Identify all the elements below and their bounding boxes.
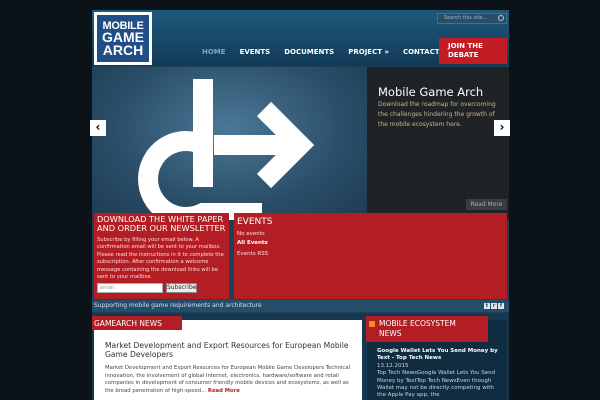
hero-slider: Mobile Game Arch Download the roadmap fo… [92, 67, 509, 220]
nav-project[interactable]: PROJECT » [348, 48, 389, 56]
newsletter-panel: DOWNLOAD THE WHITE PAPER AND ORDER OUR N… [94, 213, 229, 299]
search-placeholder: Search this site... [444, 15, 488, 21]
slider-next-button[interactable]: › [494, 120, 510, 136]
site-logo[interactable]: MOBILE GAME ARCH [94, 12, 152, 65]
site-header: MOBILE GAME ARCH Search this site... HOM… [92, 10, 509, 66]
article-excerpt: Market Development and Export Resources … [105, 365, 355, 395]
nav-contact[interactable]: CONTACT [403, 48, 440, 56]
no-events-text: No events [237, 231, 265, 237]
facebook-icon[interactable]: f [498, 303, 504, 309]
slide-image[interactable] [92, 67, 367, 220]
gamearch-news-section: GAMEARCH NEWS Market Development and Exp… [92, 316, 362, 400]
email-field[interactable]: email [97, 283, 163, 293]
newsletter-text: Subscribe by filling your email below. A… [97, 237, 224, 281]
mobile-ecosystem-section: MOBILE ECOSYSTEM NEWS Google Wallet Lets… [366, 316, 507, 400]
nav-events[interactable]: EVENTS [240, 48, 271, 56]
slide-read-more-button[interactable]: Read More [466, 199, 507, 210]
main-nav: HOME EVENTS DOCUMENTS PROJECT » CONTACT [202, 38, 453, 66]
info-panels: DOWNLOAD THE WHITE PAPER AND ORDER OUR N… [92, 210, 509, 300]
slider-prev-button[interactable]: ‹ [90, 120, 106, 136]
gamearch-news-heading: GAMEARCH NEWS [92, 316, 182, 330]
ecosystem-heading-line-2: NEWS [379, 329, 402, 338]
logo-line-3: ARCH [102, 41, 144, 58]
article-read-more-link[interactable]: Read More [208, 388, 240, 394]
ecosystem-item-text: Top Tech NewsGoogle Wallet Lets You Send… [377, 370, 496, 399]
all-events-link[interactable]: All Events [237, 240, 268, 246]
join-label-line-2: DEBATE [448, 51, 479, 59]
events-title: EVENTS [237, 217, 273, 227]
rss-icon[interactable]: r [491, 303, 497, 309]
site-wrapper: MOBILE GAME ARCH Search this site... HOM… [92, 10, 509, 400]
ecosystem-item-title[interactable]: Google Wallet Lets You Send Money by Tex… [377, 348, 499, 363]
join-the-debate-button[interactable]: JOIN THE DEBATE [439, 38, 507, 64]
rss-feed-icon [369, 321, 375, 327]
slide-title: Mobile Game Arch [378, 85, 484, 99]
nav-documents[interactable]: DOCUMENTS [284, 48, 334, 56]
nav-home[interactable]: HOME [202, 48, 226, 56]
search-icon[interactable] [498, 15, 504, 21]
search-input[interactable]: Search this site... [437, 13, 507, 24]
join-label-line-1: JOIN THE [448, 42, 483, 50]
subscribe-button[interactable]: Subscribe [166, 283, 197, 293]
events-panel: EVENTS No events All Events Events RSS [234, 213, 507, 299]
tagline: Supporting mobile game requirements and … [94, 302, 262, 309]
arrow-logo-icon [138, 79, 315, 220]
slide-text: Download the roadmap for overcoming the … [378, 101, 496, 128]
mobile-ecosystem-heading: MOBILE ECOSYSTEM NEWS [366, 316, 488, 342]
slide-caption: Mobile Game Arch Download the roadmap fo… [367, 67, 509, 220]
article-title[interactable]: Market Development and Export Resources … [105, 341, 355, 360]
logo-mark: MOBILE GAME ARCH [97, 15, 149, 62]
ecosystem-heading-line-1: MOBILE ECOSYSTEM [379, 319, 456, 328]
twitter-icon[interactable]: t [484, 303, 490, 309]
events-rss-link[interactable]: Events RSS [237, 251, 268, 257]
tagline-bar: Supporting mobile game requirements and … [92, 300, 509, 312]
newsletter-title: DOWNLOAD THE WHITE PAPER AND ORDER OUR N… [97, 214, 226, 233]
news-content: GAMEARCH NEWS Market Development and Exp… [92, 313, 509, 400]
page: MOBILE GAME ARCH Search this site... HOM… [0, 0, 600, 400]
ecosystem-item-date: 13.12.2015 [377, 362, 409, 369]
ecosystem-news-item: Google Wallet Lets You Send Money by Tex… [377, 348, 499, 400]
